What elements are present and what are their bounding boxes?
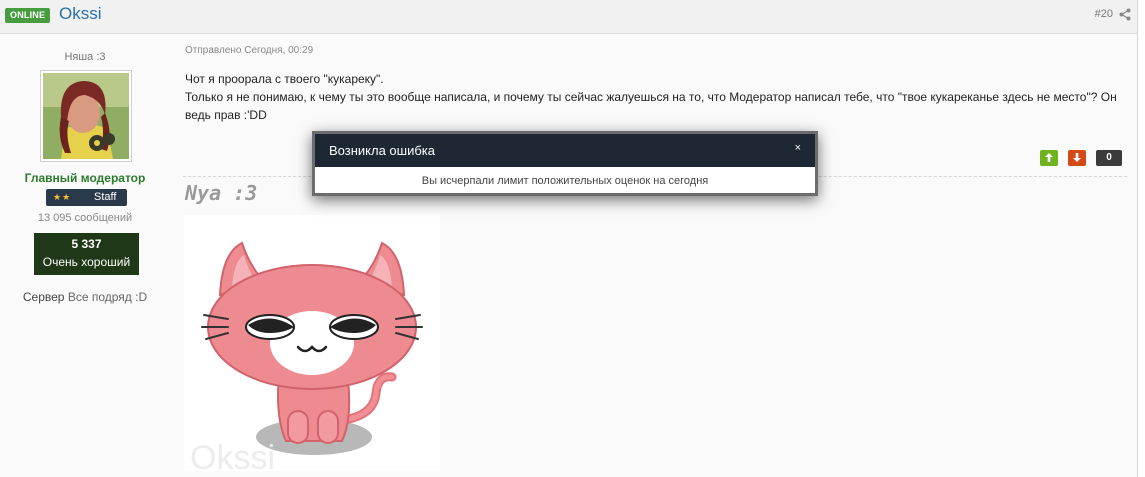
post-number-link[interactable]: #20 (1095, 8, 1113, 20)
online-badge: ONLINE (5, 8, 51, 23)
arrow-down-icon (1073, 153, 1081, 162)
post-text-line: Только я не понимаю, к чему ты это вообщ… (185, 90, 1117, 122)
server-value: Все подряд :D (67, 290, 148, 304)
dialog-title: Возникла ошибка (329, 143, 435, 158)
reputation-box: 5 337 Очень хороший (34, 233, 139, 275)
rate-down-button[interactable] (1068, 150, 1086, 166)
reputation-value: 5 337 (71, 237, 102, 251)
arrow-up-icon (1045, 153, 1053, 162)
avatar[interactable] (40, 70, 132, 162)
forum-post: ONLINE Okssi #20 Няша :3 Главный модерат… (0, 0, 1138, 477)
signature-title: Nya :3 (185, 181, 258, 205)
author-info-panel: Няша :3 Главный модератор ★★ Staff 13 09… (0, 34, 170, 477)
star-icon: ★★ (53, 192, 72, 202)
reputation-label: Очень хороший (42, 255, 131, 269)
staff-badge: ★★ Staff (46, 189, 127, 206)
close-button[interactable]: × (795, 142, 801, 154)
share-icon[interactable] (1119, 8, 1131, 21)
avatar-image (43, 73, 129, 159)
author-username-link[interactable]: Okssi (59, 4, 102, 24)
post-content: Отправлено Сегодня, 00:29 Чот я проорала… (171, 34, 1137, 477)
post-body: Чот я проорала с твоего "кукареку". Толь… (185, 70, 1130, 124)
error-dialog: Возникла ошибка × Вы исчерпали лимит пол… (312, 131, 818, 196)
staff-label: Staff (94, 191, 117, 203)
pink-cat-image: Okssi (184, 215, 440, 471)
post-text-line: Чот я проорала с твоего "кукареку". (185, 72, 384, 86)
rating-count: 0 (1096, 150, 1122, 166)
signature: Nya :3 Okssi (184, 181, 444, 471)
signature-watermark: Okssi (190, 439, 275, 471)
dialog-message: Вы исчерпали лимит положительных оценок … (421, 175, 709, 187)
dialog-header: Возникла ошибка × (315, 134, 815, 167)
post-header: ONLINE Okssi #20 (0, 0, 1137, 34)
rate-up-button[interactable] (1040, 150, 1058, 166)
group-title: Главный модератор (24, 171, 146, 185)
server-field: Сервер Все подряд :D (0, 290, 170, 304)
post-count: 13 095 сообщений (37, 212, 133, 224)
server-label: Сервер (22, 290, 65, 304)
member-title: Няша :3 (64, 51, 106, 63)
post-date: Отправлено Сегодня, 00:29 (185, 45, 314, 56)
